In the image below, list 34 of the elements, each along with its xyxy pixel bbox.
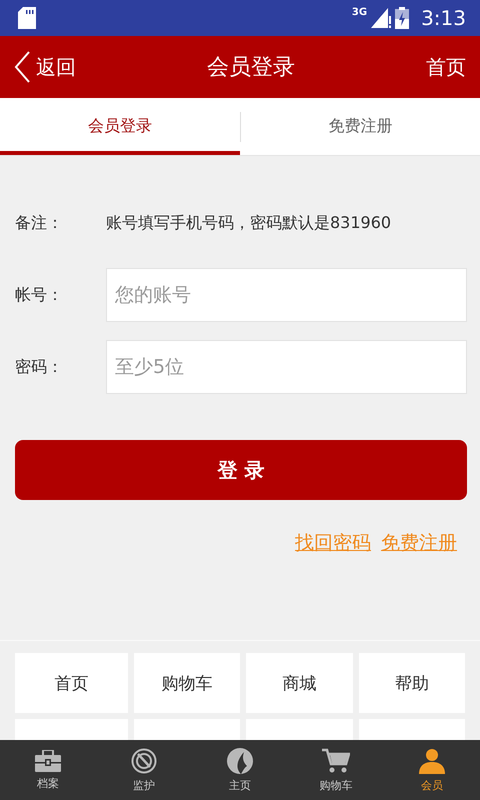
password-field[interactable]: 至少5位 [106, 340, 467, 394]
cart-icon [322, 748, 350, 774]
menu-tile[interactable]: 商城 [246, 653, 353, 713]
sd-card-icon [18, 7, 36, 29]
menu-tile[interactable] [359, 719, 465, 740]
menu-tile[interactable]: 帮助 [359, 653, 465, 713]
nav-item[interactable]: 会员 [384, 740, 480, 800]
login-button[interactable]: 登 录 [15, 440, 467, 500]
field-label: 帐号： [15, 284, 64, 306]
nav-item[interactable]: 监护 [96, 740, 192, 800]
back-button[interactable]: 返回 [14, 51, 76, 83]
tab[interactable]: 免费注册 [240, 98, 480, 155]
menu-tile[interactable] [15, 719, 128, 740]
leaf-icon [227, 748, 253, 774]
battery-icon [395, 7, 410, 29]
clock-time: 3:13 [421, 6, 466, 30]
note-text: 账号填写手机号码，密码默认是831960 [106, 212, 392, 234]
nav-item[interactable]: 主页 [192, 740, 288, 800]
menu-tile[interactable] [246, 719, 353, 740]
network-label: 3G [352, 7, 368, 18]
account-field[interactable]: 您的账号 [106, 268, 467, 322]
briefcase-icon [35, 750, 61, 772]
nav-item[interactable]: 档案 [0, 740, 96, 800]
page-title: 会员登录 [207, 54, 295, 82]
signal-icon [371, 8, 392, 28]
menu-tile[interactable]: 首页 [15, 653, 128, 713]
home-button[interactable]: 首页 [426, 54, 466, 80]
nav-item[interactable]: 购物车 [288, 740, 384, 800]
tab[interactable]: 会员登录 [0, 98, 240, 155]
note-label: 备注： [15, 212, 64, 234]
field-label: 密码： [15, 356, 64, 378]
person-icon [419, 748, 445, 774]
menu-tile[interactable] [134, 719, 240, 740]
menu-tile[interactable]: 购物车 [134, 653, 240, 713]
